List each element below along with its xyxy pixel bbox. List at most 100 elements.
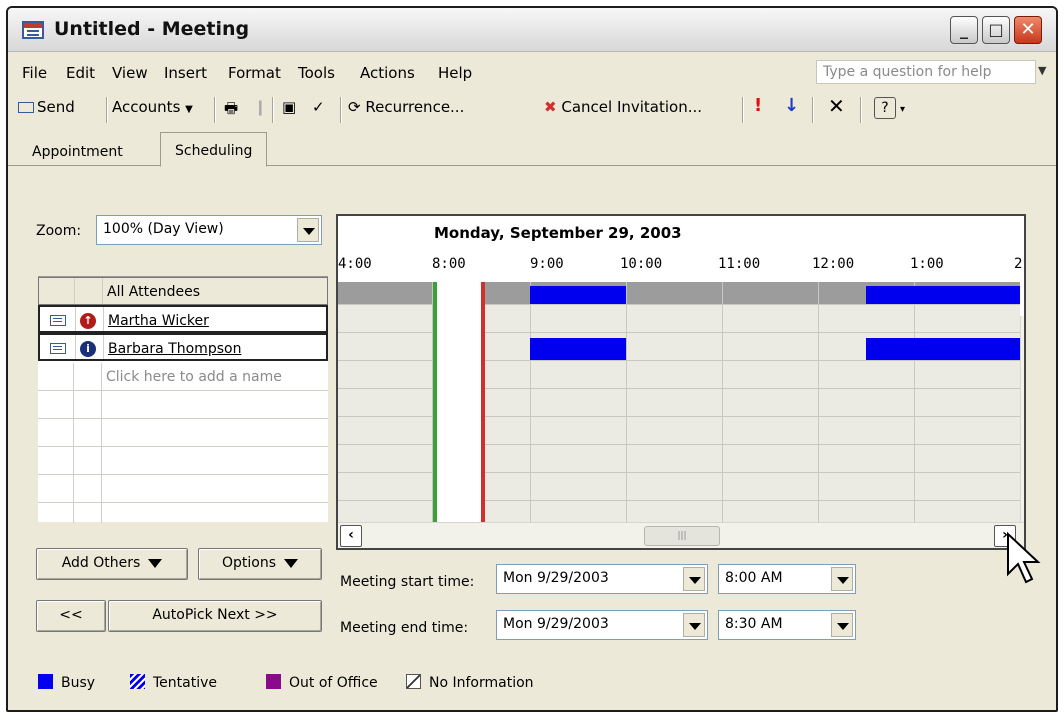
scroll-down-icon[interactable]: ▼ [1024,507,1026,518]
legend-out-of-office: Out of Office [266,674,378,691]
options-button[interactable]: Options [198,548,322,580]
meeting-time-selection[interactable] [433,282,485,522]
chevron-down-icon: ▼ [185,104,193,115]
help-search-input[interactable]: Type a question for help [816,60,1036,84]
start-time-field[interactable]: 8:00 AM [718,564,856,594]
required-attendee-icon[interactable]: ↑ [80,313,96,329]
menu-actions[interactable]: Actions [360,64,415,82]
mouse-cursor-icon [1007,531,1041,584]
mail-icon [50,315,66,326]
importance-low-icon[interactable]: ↓ [784,95,799,116]
chevron-down-icon[interactable] [297,218,319,242]
title-bar: Untitled - Meeting _ □ ✕ [8,8,1056,52]
chevron-down-icon[interactable] [831,567,853,591]
time-label: 4:00 [338,256,372,272]
busy-block [866,286,1020,304]
end-time-field[interactable]: 8:30 AM [718,610,856,640]
calendar-dropdown-icon[interactable] [683,567,705,591]
meeting-icon [22,21,44,39]
end-date-field[interactable]: Mon 9/29/2003 [496,610,708,640]
send-button[interactable]: Send [18,98,75,116]
zoom-select[interactable]: 100% (Day View) [96,215,322,245]
add-others-label: Add Others [61,555,141,571]
recurrence-icon: ⟳ [348,98,361,116]
all-attendees-label: All Attendees [107,284,201,300]
legend-tentative: Tentative [130,674,217,691]
menu-format[interactable]: Format [228,64,281,82]
attendee-row[interactable]: i Barbara Thompson [38,333,328,361]
time-label: 12:00 [812,256,855,272]
importance-high-icon[interactable]: ! [754,95,762,116]
autopick-previous-button[interactable]: << [36,600,106,632]
toolbar-options-icon[interactable]: ▾ [900,104,905,115]
calendar-dropdown-icon[interactable] [683,613,705,637]
busy-swatch-icon [38,674,53,689]
time-label: 10:00 [620,256,663,272]
recurrence-label: Recurrence... [365,98,465,116]
attendee-list: All Attendees ↑ Martha Wicker i Barbara … [38,276,328,523]
menu-tools[interactable]: Tools [298,64,335,82]
no-information-swatch-icon [406,674,421,689]
end-date-value: Mon 9/29/2003 [503,616,609,632]
time-label: 9:00 [530,256,564,272]
menu-edit[interactable]: Edit [66,64,95,82]
busy-block [530,286,626,304]
accounts-label: Accounts [112,98,181,116]
add-attendee-row[interactable]: Click here to add a name [38,363,328,391]
optional-attendee-icon[interactable]: i [80,341,96,357]
out-of-office-swatch-icon [266,674,281,689]
time-label: 1:00 [910,256,944,272]
attach-icon[interactable]: ❙ [254,98,267,116]
chevron-down-icon [148,558,163,568]
meeting-end-label: Meeting end time: [340,620,469,636]
mail-icon [50,343,66,354]
send-label: Send [37,98,75,116]
legend-no-information: No Information [406,674,534,691]
delete-icon[interactable]: ✕ [828,94,845,118]
menu-view[interactable]: View [112,64,148,82]
legend-busy: Busy [38,674,95,691]
minimize-button[interactable]: _ [950,16,978,44]
chevron-down-icon[interactable] [831,613,853,637]
scroll-thumb[interactable]: ||| [644,526,720,546]
address-book-icon[interactable]: ▣ [282,98,296,116]
tab-appointment[interactable]: Appointment [18,138,137,166]
tentative-swatch-icon [130,674,145,689]
vertical-scrollbar[interactable]: ▼ [1020,316,1026,522]
menu-insert[interactable]: Insert [164,64,207,82]
horizontal-scrollbar[interactable]: ‹ ||| › [338,522,1024,548]
start-date-value: Mon 9/29/2003 [503,570,609,586]
start-time-value: 8:00 AM [725,570,783,586]
busy-block [530,338,626,360]
options-label: Options [221,555,277,571]
close-button[interactable]: ✕ [1014,16,1042,44]
scroll-left-button[interactable]: ‹ [340,525,362,547]
attendee-name[interactable]: Barbara Thompson [108,341,241,357]
menu-help[interactable]: Help [438,64,472,82]
maximize-button[interactable]: □ [982,16,1010,44]
print-icon[interactable]: 🖶 [224,98,238,123]
free-busy-grid[interactable]: Monday, September 29, 2003 4:00 8:00 9:0… [336,214,1026,550]
schedule-grid[interactable] [338,282,1020,522]
toolbar: Send Accounts ▼ 🖶 ❙ ▣ ✓ ⟳ Recurrence... … [8,90,1056,128]
time-label: 2 [1014,256,1023,272]
add-attendee-placeholder[interactable]: Click here to add a name [106,369,282,385]
autopick-next-button[interactable]: AutoPick Next >> [108,600,322,632]
attendee-row[interactable]: ↑ Martha Wicker [38,305,328,333]
cancel-invitation-button[interactable]: ✖ Cancel Invitation... [544,98,702,116]
accounts-button[interactable]: Accounts ▼ [112,98,193,116]
tab-scheduling[interactable]: Scheduling [160,132,268,167]
help-icon[interactable]: ? [874,97,896,119]
add-others-button[interactable]: Add Others [36,548,188,580]
start-date-field[interactable]: Mon 9/29/2003 [496,564,708,594]
menu-file[interactable]: File [22,64,47,82]
attendee-name[interactable]: Martha Wicker [108,313,209,329]
chevron-down-icon [284,558,299,568]
busy-block [866,338,1020,360]
recurrence-button[interactable]: ⟳ Recurrence... [348,98,464,116]
end-time-value: 8:30 AM [725,616,783,632]
time-label: 8:00 [432,256,466,272]
schedule-date: Monday, September 29, 2003 [434,224,682,242]
help-dropdown-icon[interactable]: ▼ [1038,64,1046,77]
check-names-icon[interactable]: ✓ [312,98,325,116]
